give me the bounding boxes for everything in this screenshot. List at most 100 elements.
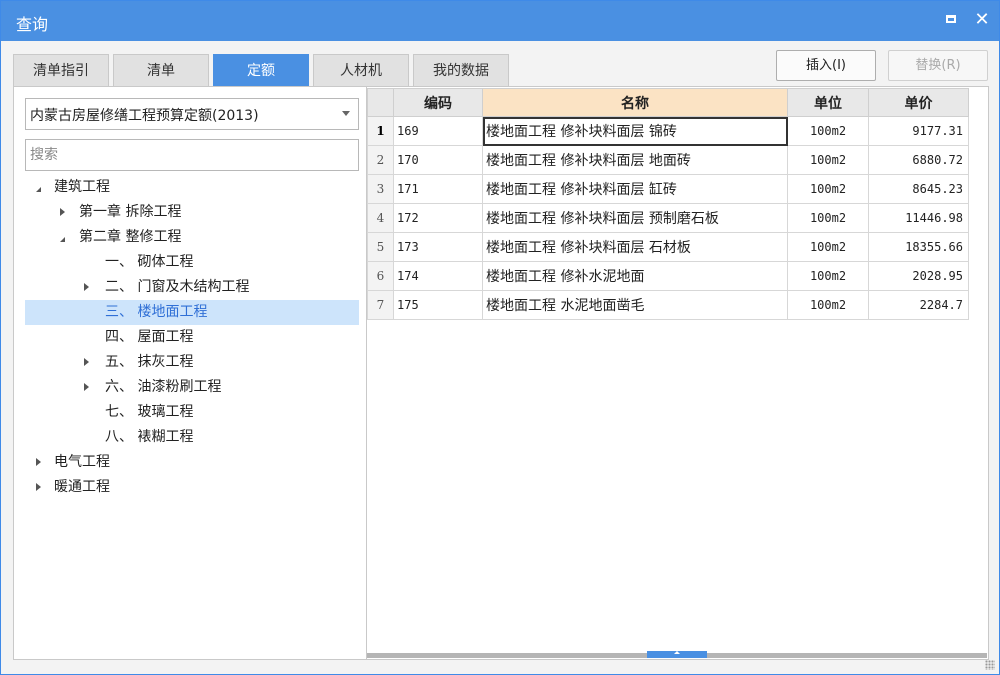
quota-grid-panel: 编码 名称 单位 单价 1 169 楼地面工程 修补块料面层 锦砖 100m2 9177… [367, 86, 989, 660]
table-row[interactable]: 7 175 楼地面工程 水泥地面凿毛 100m2 2284.7 [367, 290, 969, 320]
cell-name[interactable]: 楼地面工程 水泥地面凿毛 [482, 290, 788, 320]
cell-name[interactable]: 楼地面工程 修补块料面层 缸砖 [482, 174, 788, 204]
maximize-button[interactable] [941, 9, 963, 31]
tree-item[interactable]: 四、 屋面工程 [25, 325, 359, 350]
cell-name[interactable]: 楼地面工程 修补块料面层 锦砖 [482, 116, 788, 146]
insert-button[interactable]: 插入(I) [776, 50, 876, 81]
cell-name[interactable]: 楼地面工程 修补块料面层 地面砖 [482, 145, 788, 175]
tree-item[interactable]: 一、 砌体工程 [25, 250, 359, 275]
row-number[interactable]: 5 [367, 232, 394, 262]
row-number[interactable]: 6 [367, 261, 394, 291]
tree-item[interactable]: 五、 抹灰工程 [25, 350, 359, 375]
cell-code[interactable]: 172 [393, 203, 483, 233]
quota-table: 编码 名称 单位 单价 1 169 楼地面工程 修补块料面层 锦砖 100m2 9177… [367, 88, 969, 320]
column-header-code[interactable]: 编码 [393, 88, 483, 117]
collapsed-triangle-icon[interactable] [84, 283, 89, 291]
column-header-price[interactable]: 单价 [868, 88, 969, 117]
window-title: 查询 [16, 15, 49, 34]
search-input[interactable] [25, 139, 359, 171]
table-row[interactable]: 2 170 楼地面工程 修补块料面层 地面砖 100m2 6880.72 [367, 145, 969, 175]
expanded-triangle-icon[interactable] [60, 237, 65, 242]
row-number[interactable]: 4 [367, 203, 394, 233]
tree-item[interactable]: 六、 油漆粉刷工程 [25, 375, 359, 400]
tree-item-label: 二、 门窗及木结构工程 [105, 279, 250, 295]
row-number-header [367, 88, 394, 117]
tree-item[interactable]: 电气工程 [25, 450, 359, 475]
table-row[interactable]: 3 171 楼地面工程 修补块料面层 缸砖 100m2 8645.23 [367, 174, 969, 204]
tab-labor-material-machine[interactable]: 人材机 [313, 54, 409, 86]
expanded-triangle-icon[interactable] [36, 187, 41, 192]
cell-code[interactable]: 171 [393, 174, 483, 204]
close-button[interactable]: ✕ [971, 9, 993, 31]
scroll-handle[interactable] [647, 651, 707, 658]
tree-item[interactable]: 第二章 整修工程 [25, 225, 359, 250]
close-icon: ✕ [974, 9, 990, 30]
tree-item-label: 电气工程 [54, 454, 110, 470]
tab-quota[interactable]: 定额 [213, 54, 309, 86]
table-row[interactable]: 6 174 楼地面工程 修补水泥地面 100m2 2028.95 [367, 261, 969, 291]
table-row[interactable]: 4 172 楼地面工程 修补块料面层 预制磨石板 100m2 11446.98 [367, 203, 969, 233]
cell-code[interactable]: 173 [393, 232, 483, 262]
tree-item-label: 六、 油漆粉刷工程 [105, 379, 222, 395]
tree-item[interactable]: 第一章 拆除工程 [25, 200, 359, 225]
cell-code[interactable]: 175 [393, 290, 483, 320]
tree-panel: 内蒙古房屋修缮工程预算定额(2013) 建筑工程第一章 拆除工程第二章 整修工程… [13, 86, 367, 660]
row-number[interactable]: 2 [367, 145, 394, 175]
collapsed-triangle-icon[interactable] [84, 358, 89, 366]
chevron-down-icon [342, 111, 350, 116]
cell-code[interactable]: 174 [393, 261, 483, 291]
horizontal-scrollbar[interactable] [367, 651, 987, 658]
query-dialog: 查询 ✕ 清单指引 清单 定额 人材机 我的数据 插入(I) 替换(R) 内蒙古… [0, 0, 1000, 675]
cell-price[interactable]: 11446.98 [868, 203, 969, 233]
cell-unit[interactable]: 100m2 [787, 145, 869, 175]
resize-grip-icon[interactable] [985, 660, 995, 670]
tree-item[interactable]: 建筑工程 [25, 175, 359, 200]
cell-price[interactable]: 18355.66 [868, 232, 969, 262]
cell-unit[interactable]: 100m2 [787, 203, 869, 233]
cell-price[interactable]: 9177.31 [868, 116, 969, 146]
tree-item[interactable]: 二、 门窗及木结构工程 [25, 275, 359, 300]
table-row[interactable]: 1 169 楼地面工程 修补块料面层 锦砖 100m2 9177.31 [367, 116, 969, 146]
row-number[interactable]: 7 [367, 290, 394, 320]
collapsed-triangle-icon[interactable] [84, 383, 89, 391]
cell-price[interactable]: 6880.72 [868, 145, 969, 175]
tab-bill[interactable]: 清单 [113, 54, 209, 86]
maximize-icon [946, 15, 956, 23]
tree-item-label: 第一章 拆除工程 [79, 204, 182, 220]
chevron-up-icon [674, 651, 680, 654]
tree-item-label: 五、 抹灰工程 [105, 354, 194, 370]
cell-code[interactable]: 169 [393, 116, 483, 146]
cell-name[interactable]: 楼地面工程 修补块料面层 石材板 [482, 232, 788, 262]
collapsed-triangle-icon[interactable] [36, 483, 41, 491]
cell-name[interactable]: 楼地面工程 修补块料面层 预制磨石板 [482, 203, 788, 233]
cell-unit[interactable]: 100m2 [787, 232, 869, 262]
table-header-row: 编码 名称 单位 单价 [367, 88, 969, 117]
cell-name[interactable]: 楼地面工程 修补水泥地面 [482, 261, 788, 291]
cell-unit[interactable]: 100m2 [787, 290, 869, 320]
cell-price[interactable]: 2028.95 [868, 261, 969, 291]
column-header-unit[interactable]: 单位 [787, 88, 869, 117]
tree-item-label: 七、 玻璃工程 [105, 404, 194, 420]
replace-button[interactable]: 替换(R) [888, 50, 988, 81]
cell-price[interactable]: 2284.7 [868, 290, 969, 320]
tree-item[interactable]: 八、 裱糊工程 [25, 425, 359, 450]
tree-item[interactable]: 三、 楼地面工程 [25, 300, 359, 325]
column-header-name[interactable]: 名称 [482, 88, 788, 117]
collapsed-triangle-icon[interactable] [60, 208, 65, 216]
cell-unit[interactable]: 100m2 [787, 174, 869, 204]
cell-price[interactable]: 8645.23 [868, 174, 969, 204]
cell-unit[interactable]: 100m2 [787, 261, 869, 291]
cell-unit[interactable]: 100m2 [787, 116, 869, 146]
collapsed-triangle-icon[interactable] [36, 458, 41, 466]
tab-my-data[interactable]: 我的数据 [413, 54, 509, 86]
tree-item[interactable]: 七、 玻璃工程 [25, 400, 359, 425]
tab-bill-guide[interactable]: 清单指引 [13, 54, 109, 86]
cell-code[interactable]: 170 [393, 145, 483, 175]
tree-item-label: 八、 裱糊工程 [105, 429, 194, 445]
tree-item[interactable]: 暖通工程 [25, 475, 359, 500]
quota-library-select[interactable]: 内蒙古房屋修缮工程预算定额(2013) [25, 98, 359, 130]
title-bar[interactable]: 查询 ✕ [1, 1, 999, 41]
table-row[interactable]: 5 173 楼地面工程 修补块料面层 石材板 100m2 18355.66 [367, 232, 969, 262]
row-number[interactable]: 3 [367, 174, 394, 204]
row-number[interactable]: 1 [367, 116, 394, 146]
